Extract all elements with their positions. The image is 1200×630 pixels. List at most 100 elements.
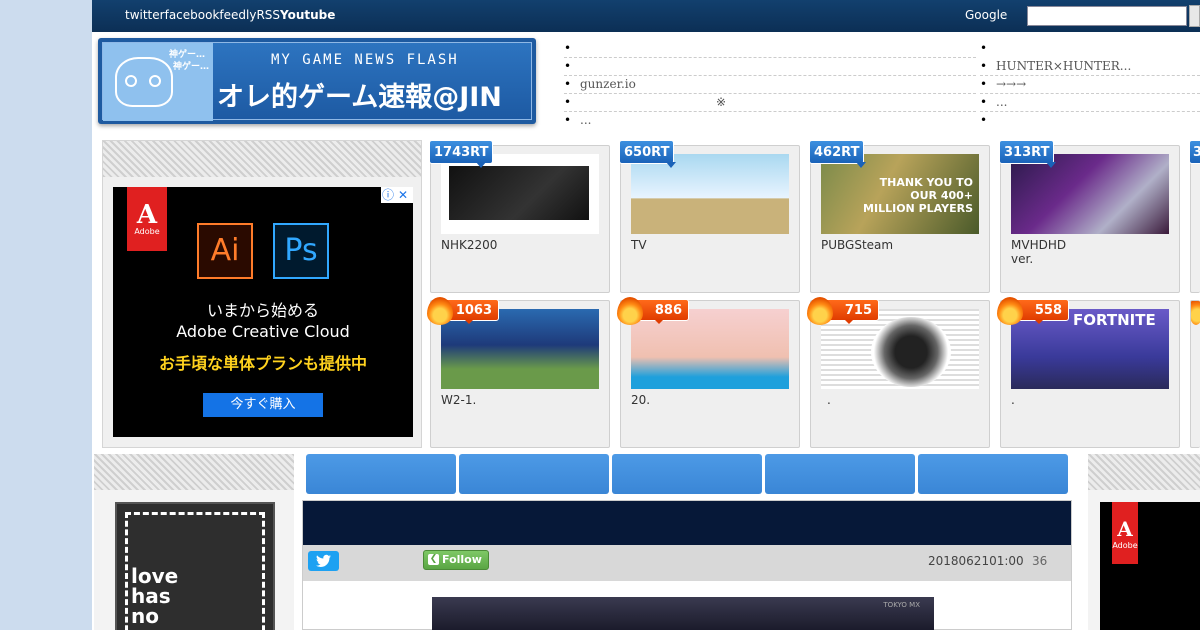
thumbnail-caption: FORTNITE xyxy=(1073,311,1156,329)
tab-1[interactable] xyxy=(306,454,456,494)
mascot-eye-right xyxy=(149,75,161,87)
card-title[interactable]: TV xyxy=(631,238,791,252)
ranking-card[interactable]: 1743RT NHK2200 xyxy=(429,140,610,293)
logo-banner: 神ゲー… 神ゲー… MY GAME NEWS FLASH オレ的ゲーム速報@JI… xyxy=(102,42,532,121)
card-thumbnail[interactable]: THANK YOU TO OUR 400+ MILLION PLAYERS xyxy=(821,154,979,234)
right-sidebar-box: A Adobe xyxy=(1088,454,1200,630)
card-title[interactable]: PUBGSteam xyxy=(821,238,981,252)
card-title[interactable]: 20. xyxy=(631,393,791,407)
post-date: 2018062101:00 xyxy=(928,554,1024,568)
flame-icon xyxy=(617,297,643,325)
retweet-badge: 1743RT xyxy=(429,140,494,168)
feedly-link[interactable]: feedly xyxy=(219,8,256,22)
rss-link[interactable]: RSS xyxy=(256,8,280,22)
facebook-link[interactable]: facebook xyxy=(165,8,220,22)
tab-2[interactable] xyxy=(459,454,609,494)
card-title[interactable]: . xyxy=(1011,393,1171,407)
adobe-ad-right[interactable]: A Adobe xyxy=(1100,502,1200,630)
hot-card[interactable]: 715 . xyxy=(807,297,990,448)
card-thumbnail[interactable] xyxy=(631,154,789,234)
tab-5[interactable] xyxy=(918,454,1068,494)
twitter-bird-icon xyxy=(316,554,331,567)
flame-icon xyxy=(1191,301,1200,325)
retweet-badge: 462RT xyxy=(809,140,867,168)
tweet-button[interactable] xyxy=(308,551,339,571)
poster-ad[interactable]: love has no xyxy=(115,502,275,630)
card-thumbnail[interactable] xyxy=(441,154,599,234)
hot-card[interactable]: 886 20. xyxy=(617,297,800,448)
flame-icon xyxy=(997,297,1023,325)
card-title[interactable]: . xyxy=(821,393,981,407)
news-item[interactable] xyxy=(564,40,976,58)
youtube-link[interactable]: Youtube xyxy=(280,8,335,22)
card-title[interactable]: NHK2200 xyxy=(441,238,601,252)
hot-badge: 886 xyxy=(617,297,695,325)
search-button[interactable] xyxy=(1189,5,1200,27)
card-thumbnail[interactable] xyxy=(1011,154,1169,234)
news-item[interactable]: ... xyxy=(980,94,1200,112)
news-item[interactable]: gunzer.io xyxy=(564,76,976,94)
news-item[interactable] xyxy=(564,58,976,76)
news-item[interactable]: →→→ xyxy=(980,76,1200,94)
left-sidebar-box: love has no xyxy=(94,454,294,630)
ad-offer: お手頃な単体プランも提供中 xyxy=(158,354,367,373)
adobe-brand: Adobe xyxy=(1112,540,1138,550)
hot-badge: 1063 xyxy=(427,297,505,325)
search-input[interactable] xyxy=(1027,6,1187,26)
ranking-card[interactable]: 3 xyxy=(1189,140,1200,293)
ranking-card[interactable]: THANK YOU TO OUR 400+ MILLION PLAYERS 46… xyxy=(809,140,990,293)
flame-icon xyxy=(807,297,833,325)
comment-count[interactable]: 36 xyxy=(1032,554,1047,568)
twitter-link[interactable]: twitter xyxy=(125,8,165,22)
top-bar: twitter facebook feedly RSS Youtube Goog… xyxy=(92,0,1200,32)
feedly-icon: ❮ xyxy=(428,554,439,565)
ad-box-header xyxy=(103,141,421,177)
illustrator-icon: Ai xyxy=(197,223,253,279)
news-item[interactable] xyxy=(980,112,1200,130)
follow-label: Follow xyxy=(442,553,482,566)
hot-badge: 558 xyxy=(997,297,1075,325)
image-watermark: TOKYO MX xyxy=(883,601,920,609)
article-image[interactable]: TOKYO MX xyxy=(432,597,934,630)
article-header[interactable] xyxy=(303,501,1071,545)
adobe-logo: A Adobe xyxy=(1112,502,1138,564)
ranking-card[interactable]: 313RT MVHDHD ver. xyxy=(999,140,1180,293)
news-item[interactable]: ※ xyxy=(564,94,976,112)
thumbnail-caption: THANK YOU TO OUR 400+ MILLION PLAYERS xyxy=(863,176,973,215)
left-ad-box: A Adobe ⓘ✕ Ai Ps いまから始める Adobe Creative C… xyxy=(102,140,422,448)
adobe-brand: Adobe xyxy=(134,226,160,236)
ranking-card[interactable]: 650RT TV xyxy=(619,140,800,293)
feedly-follow-button[interactable]: ❮ Follow xyxy=(423,550,489,570)
news-item[interactable]: HUNTER×HUNTER... xyxy=(980,58,1200,76)
hot-card[interactable]: 1063 W2-1. xyxy=(427,297,610,448)
article-meta-bar: ❮ Follow 2018062101:00 36 xyxy=(303,545,1071,581)
retweet-badge: 650RT xyxy=(619,140,677,168)
article: ❮ Follow 2018062101:00 36 TOKYO MX xyxy=(302,500,1072,630)
site-logo[interactable]: 神ゲー… 神ゲー… MY GAME NEWS FLASH オレ的ゲーム速報@JI… xyxy=(98,38,536,124)
hot-card[interactable]: FORTNITE 558 . xyxy=(997,297,1180,448)
sidebar-box-header xyxy=(94,454,294,490)
google-search-label: Google xyxy=(965,8,1008,22)
tab-3[interactable] xyxy=(612,454,762,494)
poster-text: love has no xyxy=(131,564,179,628)
tab-4[interactable] xyxy=(765,454,915,494)
adchoices-icon[interactable]: ⓘ✕ xyxy=(381,187,413,203)
ad-product: Adobe Creative Cloud xyxy=(176,322,350,341)
retweet-badge: 313RT xyxy=(999,140,1057,168)
hot-badge: 715 xyxy=(807,297,885,325)
logo-subtitle: MY GAME NEWS FLASH xyxy=(271,52,459,68)
card-title[interactable]: MVHDHD ver. xyxy=(1011,238,1071,266)
mascot-caption-2: 神ゲー… xyxy=(173,62,210,72)
adobe-ad[interactable]: A Adobe ⓘ✕ Ai Ps いまから始める Adobe Creative C… xyxy=(113,187,413,437)
news-item[interactable] xyxy=(980,40,1200,58)
logo-title: オレ的ゲーム速報@JIN xyxy=(217,82,502,113)
ad-buy-button[interactable]: 今すぐ購入 xyxy=(203,393,323,417)
news-item[interactable]: ... xyxy=(564,112,976,130)
hot-card[interactable] xyxy=(1190,300,1200,448)
header-news-left: gunzer.io ※ ... xyxy=(564,40,976,130)
retweet-badge: 3 xyxy=(1189,140,1200,164)
top-nav: twitter facebook feedly RSS Youtube xyxy=(125,8,335,22)
card-title[interactable]: W2-1. xyxy=(441,393,601,407)
mascot-image: 神ゲー… 神ゲー… xyxy=(103,43,213,121)
header-news-right: HUNTER×HUNTER... →→→ ... xyxy=(980,40,1200,130)
